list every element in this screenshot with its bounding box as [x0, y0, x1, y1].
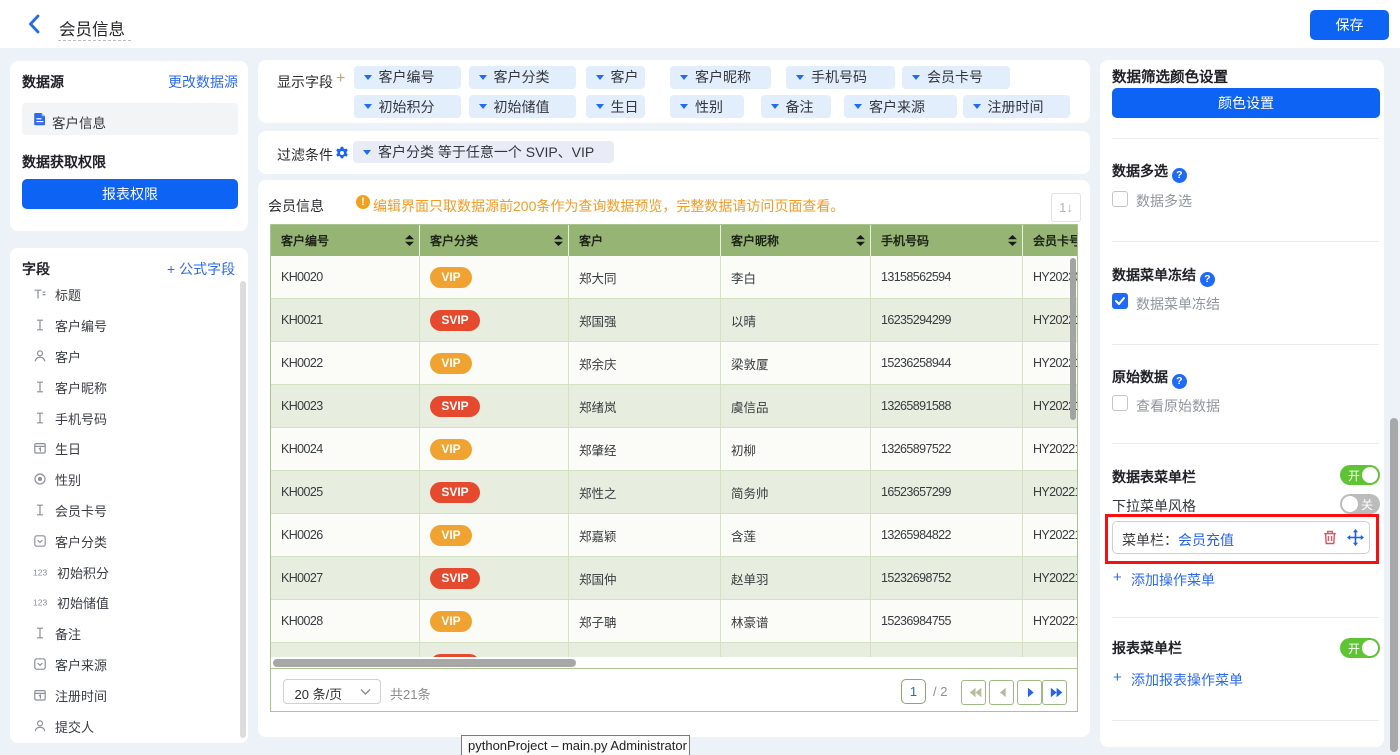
svg-text:123: 123: [33, 568, 47, 578]
svg-text:123: 123: [33, 598, 47, 608]
